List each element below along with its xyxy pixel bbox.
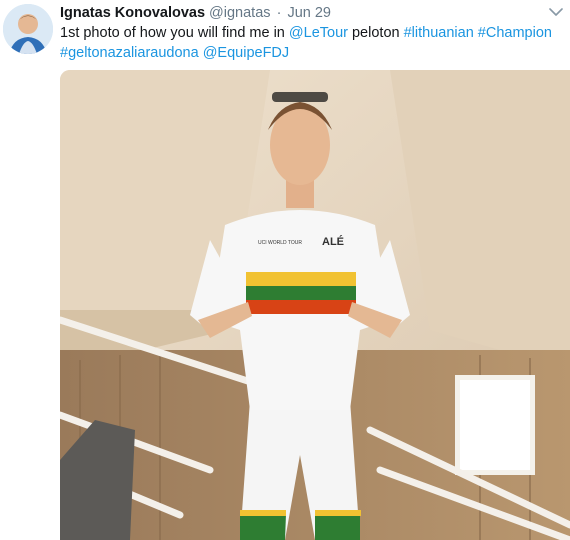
hashtag-champion[interactable]: #Champion [478,25,552,41]
jersey-badge-text: UCI WORLD TOUR [258,240,302,246]
avatar[interactable] [3,4,53,54]
author-name[interactable]: Ignatas Konovalovas [60,5,205,21]
tweet-photo[interactable]: ALÉ UCI WORLD TOUR [60,70,570,540]
tweet-card: Ignatas Konovalovas @ignatas · Jun 29 1st… [0,0,570,540]
mention-letour[interactable]: @LeTour [289,25,348,41]
header-separator: · [276,5,282,21]
text-segment: peloton [347,25,404,41]
tweet-date[interactable]: Jun 29 [287,5,331,21]
text-segment: 1st photo of how you will find me in [60,25,289,41]
jersey-sponsor-text: ALÉ [322,235,344,248]
chevron-down-icon[interactable] [549,6,563,18]
tweet-text: 1st photo of how you will find me in @Le… [60,23,565,63]
mention-equipefdj[interactable]: @EquipeFDJ [203,45,289,61]
hashtag-lithuanian[interactable]: #lithuanian [404,25,474,41]
author-handle[interactable]: @ignatas [209,5,270,21]
hashtag-geltonazaliaraudona[interactable]: #geltonazaliaraudona [60,45,199,61]
tweet-header: Ignatas Konovalovas @ignatas · Jun 29 [60,4,331,22]
